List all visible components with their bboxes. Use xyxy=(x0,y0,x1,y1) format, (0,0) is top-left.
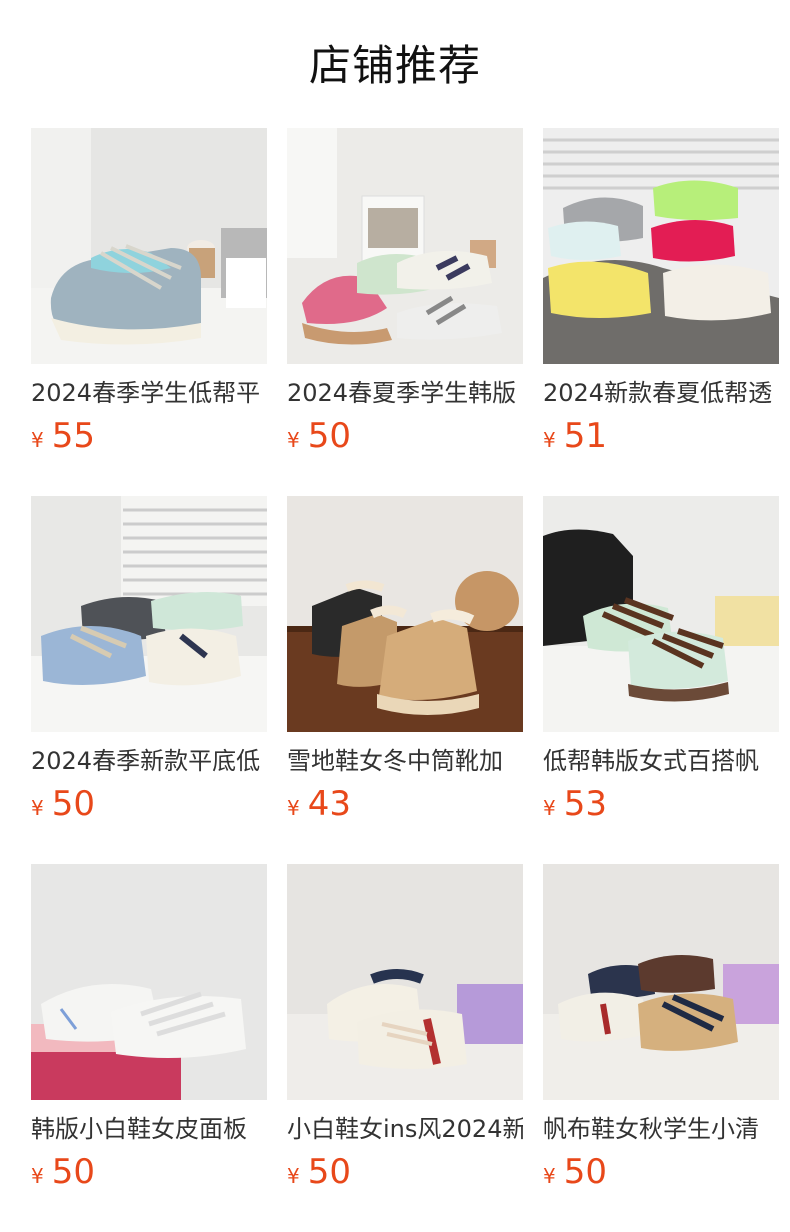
product-price: ¥43 xyxy=(287,784,351,824)
product-price: ¥50 xyxy=(287,1152,351,1192)
product-image[interactable] xyxy=(543,864,779,1100)
price-amount: 50 xyxy=(51,784,95,824)
currency-symbol: ¥ xyxy=(31,796,44,820)
product-title[interactable]: 2024春夏季学生韩版 xyxy=(287,376,523,410)
product-price: ¥50 xyxy=(543,1152,607,1192)
product-title[interactable]: 雪地鞋女冬中筒靴加 xyxy=(287,744,523,778)
currency-symbol: ¥ xyxy=(287,1164,300,1188)
price-amount: 50 xyxy=(563,1152,607,1192)
product-price: ¥50 xyxy=(31,784,95,824)
product-card[interactable]: 低帮韩版女式百搭帆 ¥53 xyxy=(543,496,779,864)
price-amount: 50 xyxy=(51,1152,95,1192)
product-image[interactable] xyxy=(287,496,523,732)
currency-symbol: ¥ xyxy=(31,428,44,452)
price-amount: 50 xyxy=(307,1152,351,1192)
currency-symbol: ¥ xyxy=(31,1164,44,1188)
currency-symbol: ¥ xyxy=(287,428,300,452)
product-title[interactable]: 2024新款春夏低帮透 xyxy=(543,376,779,410)
product-title[interactable]: 2024春季新款平底低 xyxy=(31,744,267,778)
product-price: ¥50 xyxy=(287,416,351,456)
currency-symbol: ¥ xyxy=(543,1164,556,1188)
product-image[interactable] xyxy=(31,128,267,364)
product-title[interactable]: 低帮韩版女式百搭帆 xyxy=(543,744,779,778)
product-price: ¥55 xyxy=(31,416,95,456)
product-card[interactable]: 2024春夏季学生韩版 ¥50 xyxy=(287,128,523,496)
product-image[interactable] xyxy=(31,496,267,732)
product-title[interactable]: 小白鞋女ins风2024新 xyxy=(287,1112,523,1146)
product-card[interactable]: 帆布鞋女秋学生小清 ¥50 xyxy=(543,864,779,1232)
currency-symbol: ¥ xyxy=(543,428,556,452)
product-price: ¥50 xyxy=(31,1152,95,1192)
product-title[interactable]: 韩版小白鞋女皮面板 xyxy=(31,1112,267,1146)
price-amount: 55 xyxy=(51,416,95,456)
product-card[interactable]: 2024新款春夏低帮透 ¥51 xyxy=(543,128,779,496)
currency-symbol: ¥ xyxy=(287,796,300,820)
product-card[interactable]: 韩版小白鞋女皮面板 ¥50 xyxy=(31,864,267,1232)
price-amount: 51 xyxy=(563,416,607,456)
currency-symbol: ¥ xyxy=(543,796,556,820)
product-card[interactable]: 2024春季新款平底低 ¥50 xyxy=(31,496,267,864)
product-title[interactable]: 2024春季学生低帮平 xyxy=(31,376,267,410)
product-title[interactable]: 帆布鞋女秋学生小清 xyxy=(543,1112,779,1146)
product-card[interactable]: 2024春季学生低帮平 ¥55 xyxy=(31,128,267,496)
product-image[interactable] xyxy=(287,864,523,1100)
product-image[interactable] xyxy=(31,864,267,1100)
price-amount: 50 xyxy=(307,416,351,456)
page-title: 店铺推荐 xyxy=(308,41,481,90)
product-price: ¥51 xyxy=(543,416,607,456)
product-image[interactable] xyxy=(543,496,779,732)
product-image[interactable] xyxy=(543,128,779,364)
price-amount: 43 xyxy=(307,784,351,824)
product-card[interactable]: 雪地鞋女冬中筒靴加 ¥43 xyxy=(287,496,523,864)
product-grid: 2024春季学生低帮平 ¥55 2024春夏季学生韩版 ¥ 50 2024新款春… xyxy=(31,128,790,1232)
product-card[interactable]: 小白鞋女ins风2024新 ¥50 xyxy=(287,864,523,1232)
product-image[interactable] xyxy=(287,128,523,364)
product-price: ¥53 xyxy=(543,784,607,824)
price-amount: 53 xyxy=(563,784,607,824)
